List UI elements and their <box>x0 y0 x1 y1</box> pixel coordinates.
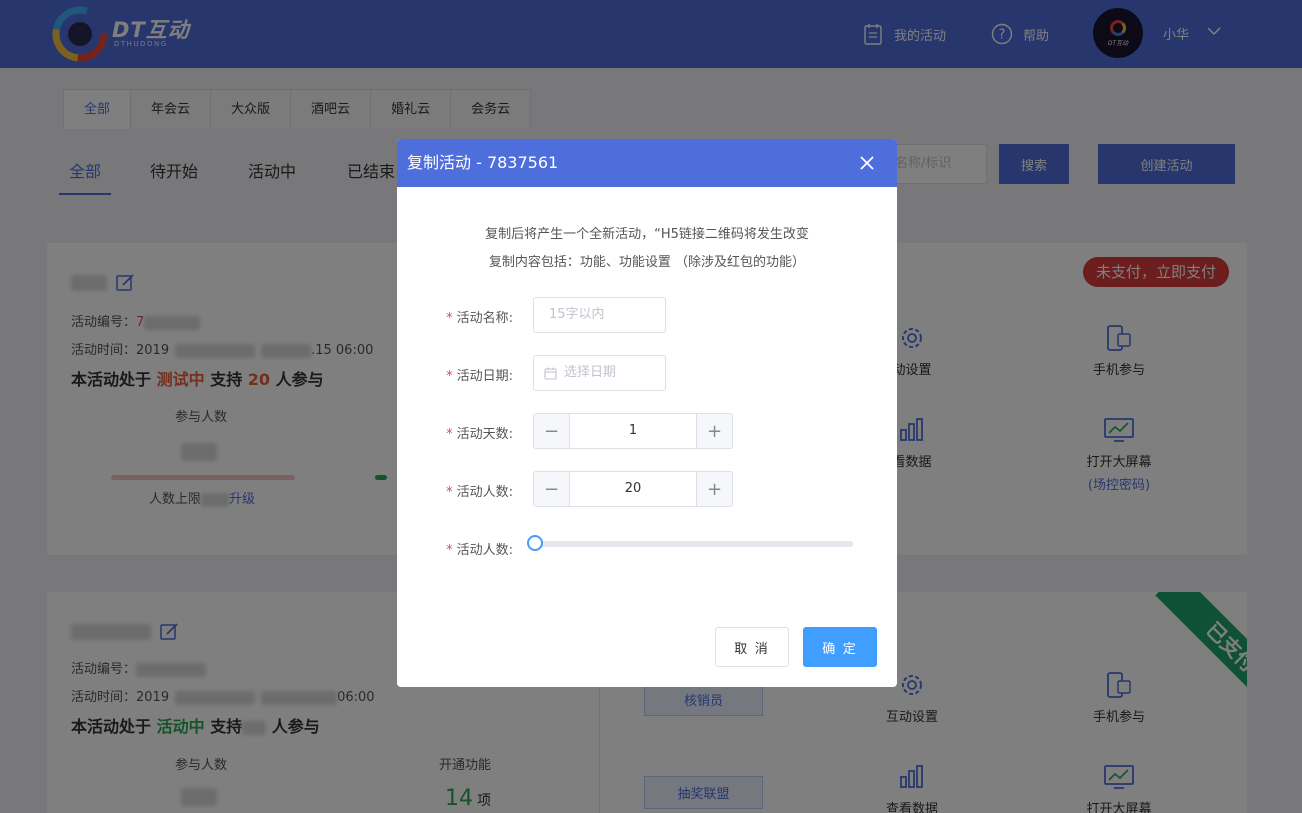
people-increment-button[interactable]: + <box>696 472 732 506</box>
people-decrement-button[interactable]: − <box>534 472 570 506</box>
people-value[interactable]: 20 <box>570 472 696 506</box>
calendar-icon <box>544 367 557 380</box>
dialog-header: 复制活动 - 7837561 <box>397 139 897 187</box>
date-placeholder: 选择日期 <box>564 365 617 380</box>
close-icon[interactable] <box>859 155 875 171</box>
days-decrement-button[interactable]: − <box>534 414 570 448</box>
dialog-description-line2: 复制内容包括：功能、功能设置 （除涉及红包的功能） <box>488 255 806 270</box>
days-value[interactable]: 1 <box>570 414 696 448</box>
confirm-button[interactable]: 确 定 <box>803 627 877 667</box>
activity-days-stepper: − 1 + <box>533 413 733 449</box>
people-slider-label: * 活动人数: <box>446 543 513 558</box>
activity-name-label: * 活动名称: <box>446 311 513 326</box>
copy-activity-dialog: 复制活动 - 7837561 复制后将产生一个全新活动，“H5链接二维码将发生改… <box>397 139 897 687</box>
activity-people-label: * 活动人数: <box>446 485 513 500</box>
people-slider-track[interactable] <box>533 541 853 547</box>
cancel-button[interactable]: 取 消 <box>715 627 789 667</box>
dialog-title: 复制活动 - 7837561 <box>407 153 559 172</box>
dialog-description-line1: 复制后将产生一个全新活动，“H5链接二维码将发生改变 <box>485 227 809 242</box>
activity-days-label: * 活动天数: <box>446 427 513 442</box>
days-increment-button[interactable]: + <box>696 414 732 448</box>
activity-date-picker[interactable]: 选择日期 <box>533 355 666 391</box>
people-slider-handle[interactable] <box>527 535 543 551</box>
activity-people-stepper: − 20 + <box>533 471 733 507</box>
activity-name-input[interactable]: 15字以内 <box>533 297 666 333</box>
activity-date-label: * 活动日期: <box>446 369 513 384</box>
